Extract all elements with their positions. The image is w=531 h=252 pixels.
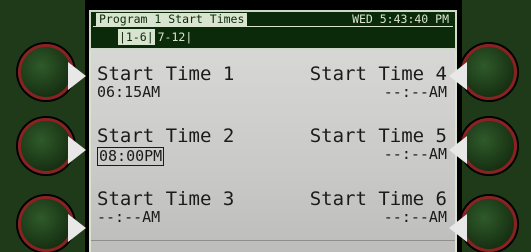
arrow-right-icon — [68, 62, 86, 90]
right-button-3[interactable] — [449, 196, 517, 252]
right-button-1[interactable] — [449, 44, 517, 100]
status-bar: Program 1 Start Times WED 5:43:40 PM |1-… — [89, 10, 457, 50]
start-time-value: --:--AM — [383, 145, 447, 163]
start-time-1[interactable]: Start Time 1 06:15AM — [97, 64, 234, 101]
left-button-1[interactable] — [18, 44, 86, 100]
lcd-divider — [91, 240, 455, 241]
start-time-value: --:--AM — [97, 208, 161, 226]
start-time-value: 06:15AM — [97, 83, 161, 101]
arrow-left-icon — [449, 136, 467, 164]
start-time-2[interactable]: Start Time 2 08:00PM — [97, 126, 234, 166]
lcd-panel: Start Time 1 06:15AM Start Time 2 08:00P… — [89, 50, 457, 252]
start-time-5[interactable]: Start Time 5 --:--AM — [310, 126, 447, 163]
start-time-label: Start Time 2 — [97, 125, 235, 147]
knob-icon — [18, 196, 74, 252]
right-button-2[interactable] — [449, 118, 517, 174]
status-divider — [93, 26, 453, 27]
knob-icon — [461, 196, 517, 252]
knob-icon — [18, 44, 74, 100]
knob-icon — [461, 44, 517, 100]
left-button-3[interactable] — [18, 196, 86, 252]
clock-display: WED 5:43:40 PM — [352, 12, 449, 26]
arrow-left-icon — [449, 62, 467, 90]
arrow-left-icon — [449, 214, 467, 242]
knob-icon — [461, 118, 517, 174]
start-time-6[interactable]: Start Time 6 --:--AM — [310, 189, 447, 226]
start-time-label: Start Time 1 — [97, 63, 235, 85]
arrow-right-icon — [68, 136, 86, 164]
start-time-value-selected[interactable]: 08:00PM — [97, 147, 165, 166]
left-button-2[interactable] — [18, 118, 86, 174]
start-time-label: Start Time 3 — [97, 188, 235, 210]
tab-range-1-6[interactable]: |1-6| — [118, 29, 155, 45]
start-time-label: Start Time 6 — [309, 188, 447, 210]
start-time-3[interactable]: Start Time 3 --:--AM — [97, 189, 234, 226]
start-time-value: --:--AM — [383, 83, 447, 101]
range-tabs: |1-6| 7-12| — [118, 29, 192, 45]
start-time-label: Start Time 5 — [309, 125, 447, 147]
start-time-label: Start Time 4 — [309, 63, 447, 85]
arrow-right-icon — [68, 214, 86, 242]
screen-title: Program 1 Start Times — [96, 13, 248, 26]
tab-range-7-12[interactable]: 7-12| — [158, 29, 193, 45]
start-time-4[interactable]: Start Time 4 --:--AM — [310, 64, 447, 101]
start-time-value: --:--AM — [383, 208, 447, 226]
knob-icon — [18, 118, 74, 174]
